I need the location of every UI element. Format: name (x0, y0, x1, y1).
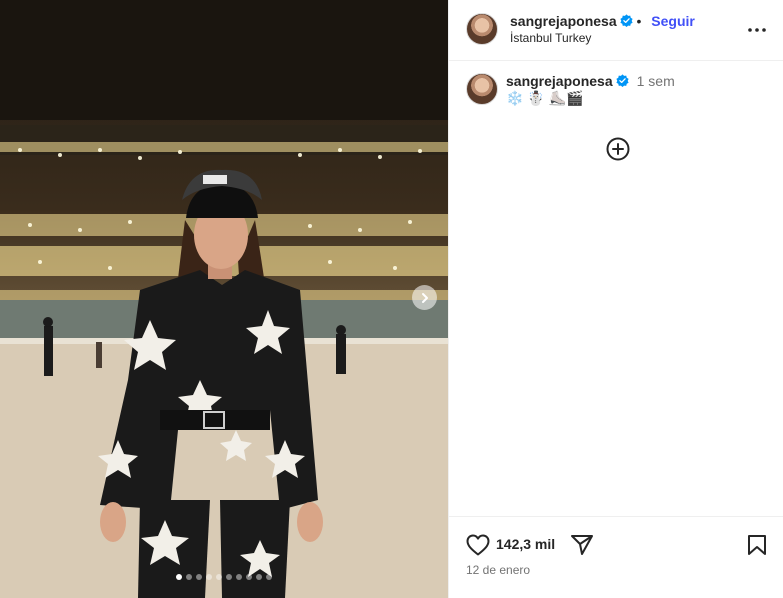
post-header: sangrejaponesa • Seguir İstanbul Turkey (449, 0, 783, 61)
caption-user-line: sangrejaponesa 1 sem (506, 73, 675, 91)
verified-badge-icon (616, 74, 629, 87)
more-options-icon (748, 28, 766, 32)
save-button[interactable] (747, 534, 767, 561)
carousel-dot (216, 574, 222, 580)
carousel-dot (186, 574, 192, 580)
paper-plane-icon (571, 535, 593, 555)
chevron-right-icon (421, 292, 428, 303)
location-link[interactable]: İstanbul Turkey (510, 31, 591, 45)
avatar[interactable] (466, 13, 498, 45)
post-date[interactable]: 12 de enero (466, 563, 530, 577)
bookmark-icon (748, 535, 766, 555)
header-user-line: sangrejaponesa • Seguir (510, 13, 695, 29)
post-photo (0, 0, 448, 598)
carousel-dot (236, 574, 242, 580)
username-link[interactable]: sangrejaponesa (510, 13, 617, 29)
post-media[interactable] (0, 0, 448, 598)
carousel-dot (176, 574, 182, 580)
carousel-dot (226, 574, 232, 580)
share-button[interactable] (570, 534, 594, 561)
caption-timestamp[interactable]: 1 sem (637, 73, 675, 89)
avatar[interactable] (466, 73, 498, 105)
plus-circle-icon (606, 137, 630, 161)
carousel-indicator (0, 574, 448, 580)
carousel-dot (206, 574, 212, 580)
action-bar: 142,3 mil 12 de enero (449, 516, 783, 598)
caption-username-link[interactable]: sangrejaponesa (506, 73, 613, 89)
like-button[interactable] (466, 534, 490, 561)
verified-badge-icon (620, 14, 633, 27)
caption-text: ❄️ ☃️ ⛸️🎬 (506, 90, 584, 106)
more-options-button[interactable] (748, 20, 766, 38)
likes-count[interactable]: 142,3 mil (496, 536, 555, 552)
heart-icon (466, 534, 490, 556)
follow-button[interactable]: Seguir (651, 13, 695, 29)
carousel-dot (196, 574, 202, 580)
load-more-comments-button[interactable] (606, 137, 630, 166)
carousel-dot (246, 574, 252, 580)
post-details-panel: sangrejaponesa • Seguir İstanbul Turkey … (448, 0, 783, 598)
carousel-dot (266, 574, 272, 580)
carousel-next-button[interactable] (412, 285, 437, 310)
carousel-dot (256, 574, 262, 580)
